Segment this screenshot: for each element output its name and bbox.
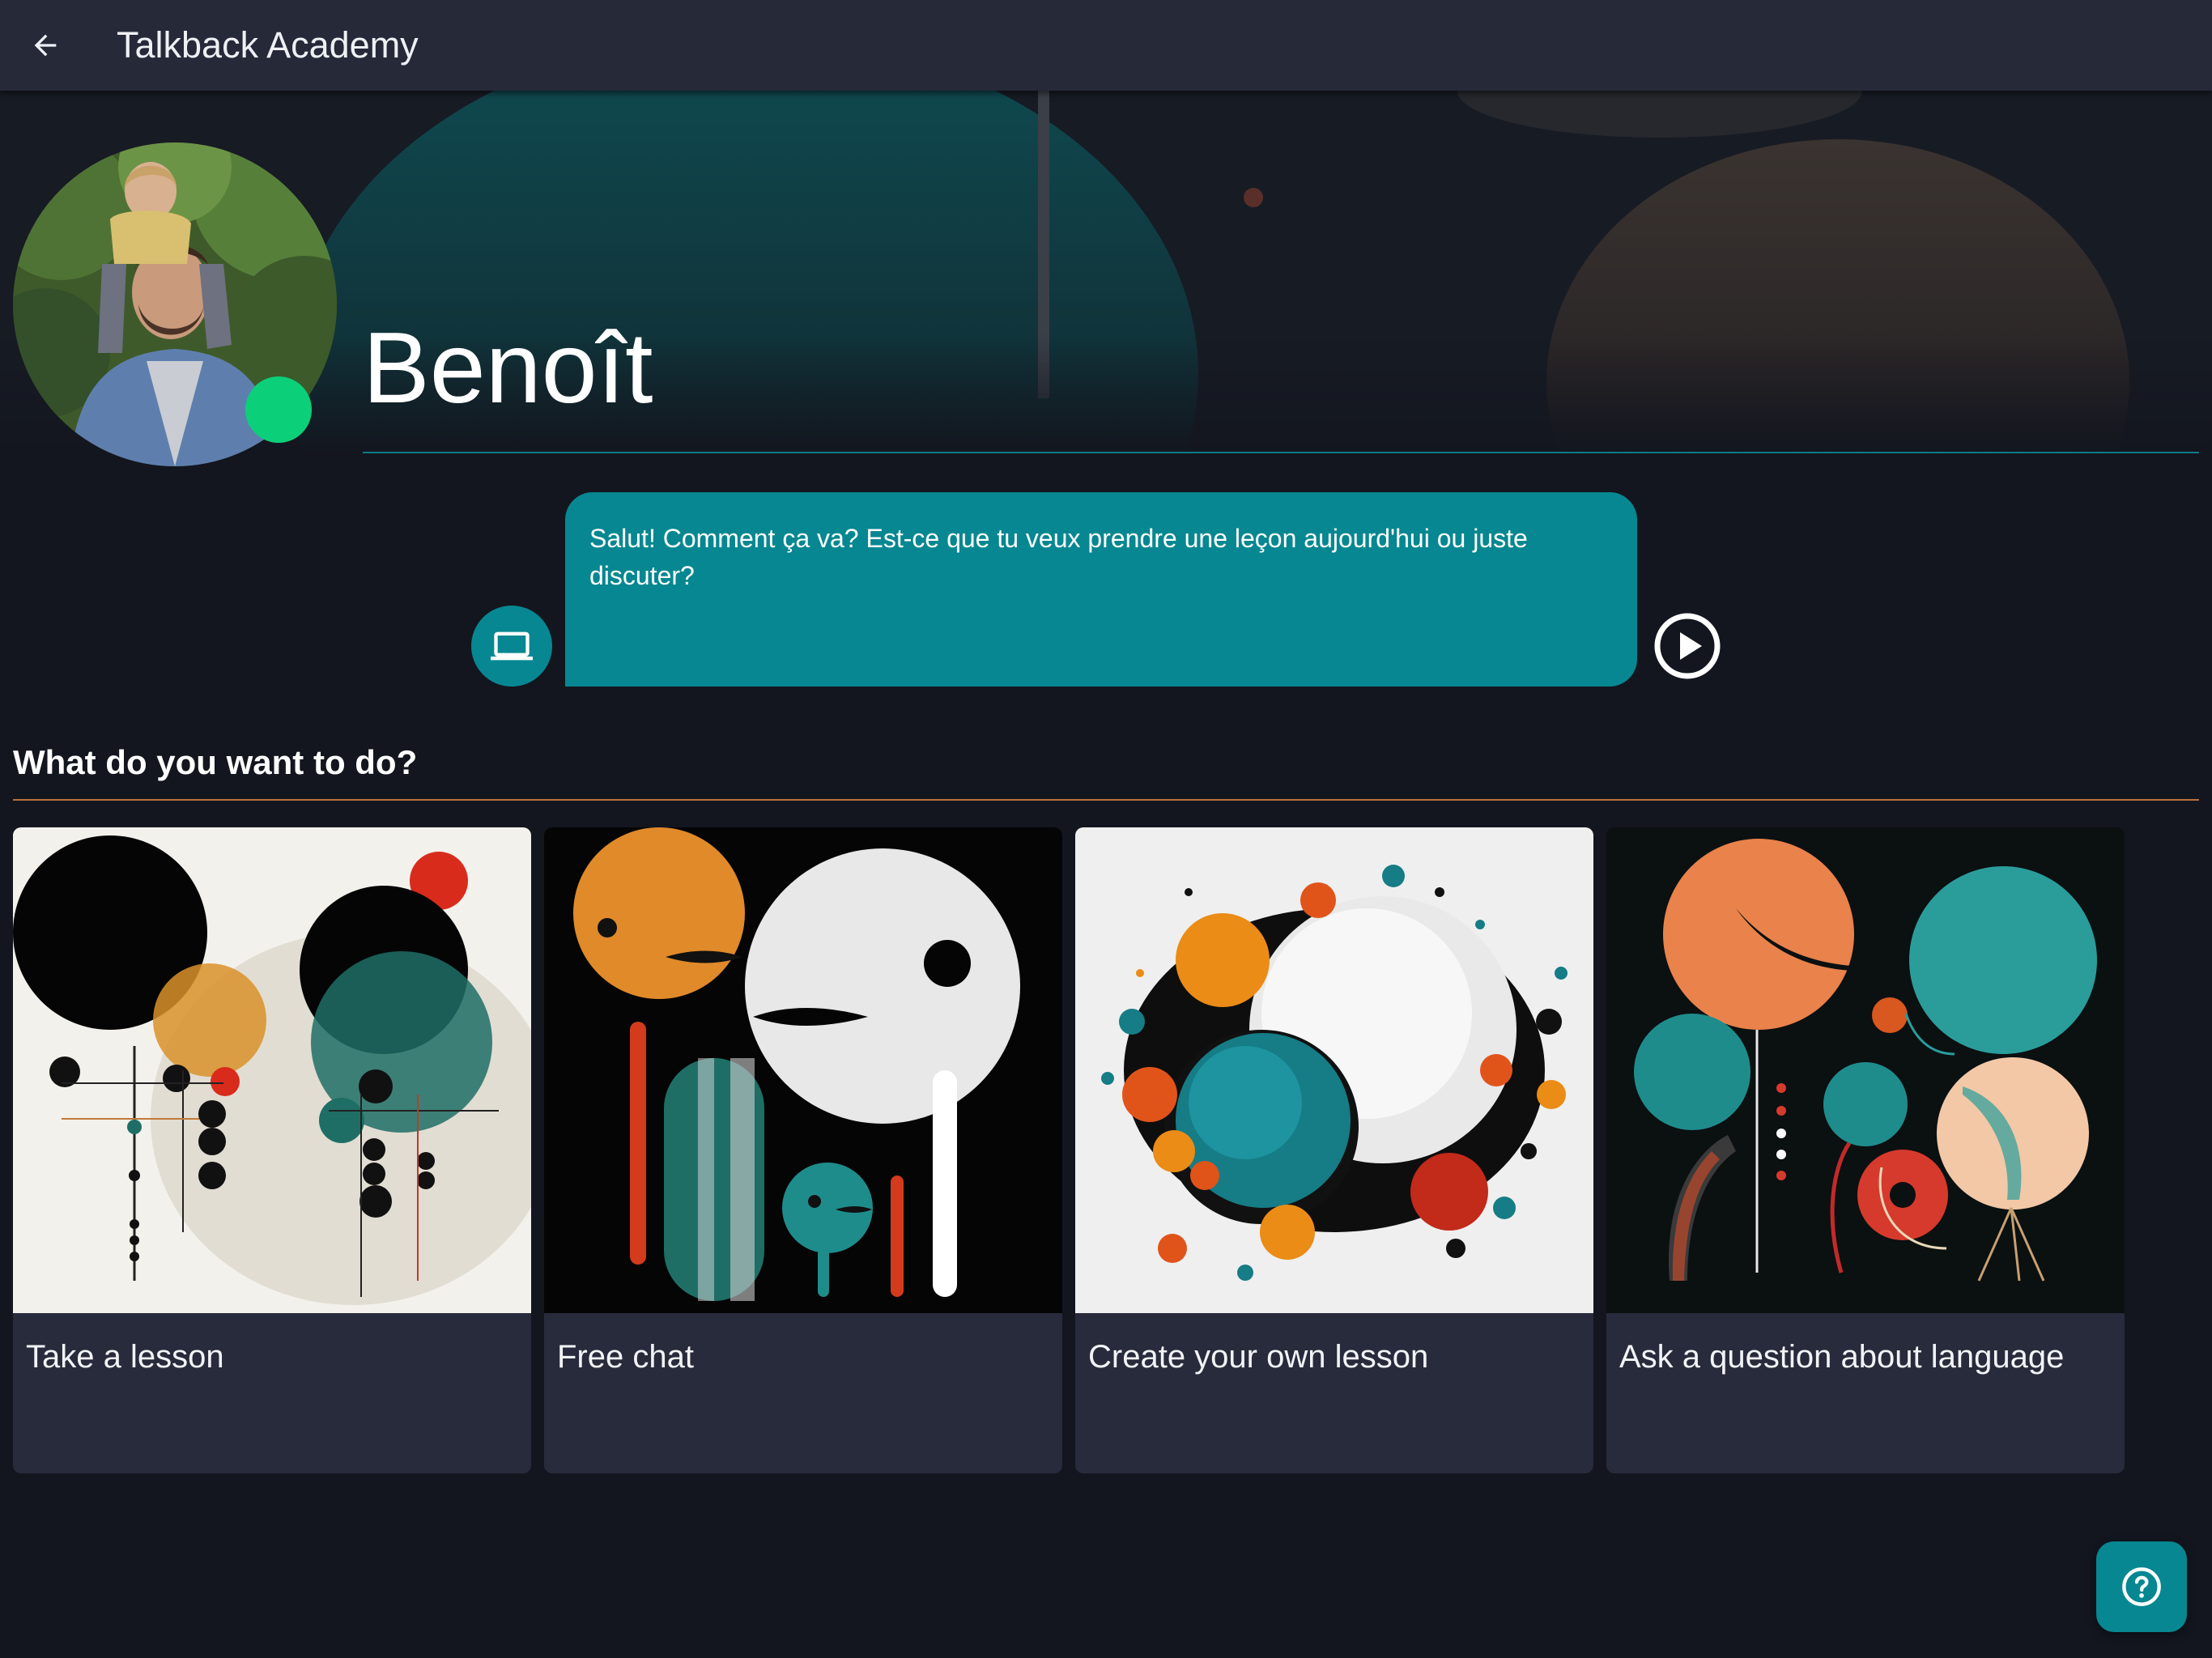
activity-card-ask-question[interactable]: Ask a question about language [1606, 827, 2125, 1473]
play-audio-button[interactable] [1653, 612, 1721, 680]
app-title: Talkback Academy [117, 24, 419, 66]
section-heading: What do you want to do? [13, 743, 418, 781]
play-circle-icon [1654, 613, 1721, 679]
activity-card-take-lesson[interactable]: Take a lesson [13, 827, 531, 1473]
laptop-icon [491, 631, 533, 661]
arrow-left-icon [34, 34, 57, 57]
card-illustration [1606, 827, 2125, 1313]
card-label: Take a lesson [26, 1339, 224, 1375]
card-illustration [544, 827, 1062, 1313]
help-button[interactable] [2096, 1541, 2187, 1632]
name-divider [363, 452, 2199, 453]
card-illustration [1075, 827, 1593, 1313]
card-illustration [13, 827, 531, 1313]
card-label: Free chat [557, 1339, 694, 1375]
user-name: Benoît [363, 312, 653, 424]
bot-avatar [471, 606, 552, 687]
section-divider [13, 799, 2199, 801]
message-bubble: Salut! Comment ça va? Est-ce que tu veux… [565, 492, 1637, 687]
help-circle-icon [2122, 1567, 2161, 1606]
activity-card-create-lesson[interactable]: Create your own lesson [1075, 827, 1593, 1473]
app-root: Talkback Academy Benoît Salut! Comment ç… [0, 0, 2212, 1658]
activity-card-free-chat[interactable]: Free chat [544, 827, 1062, 1473]
card-label: Create your own lesson [1088, 1339, 1429, 1375]
back-button[interactable] [21, 16, 70, 74]
online-status-indicator [245, 376, 312, 443]
card-label: Ask a question about language [1619, 1339, 2065, 1375]
app-bar: Talkback Academy [0, 0, 2212, 91]
